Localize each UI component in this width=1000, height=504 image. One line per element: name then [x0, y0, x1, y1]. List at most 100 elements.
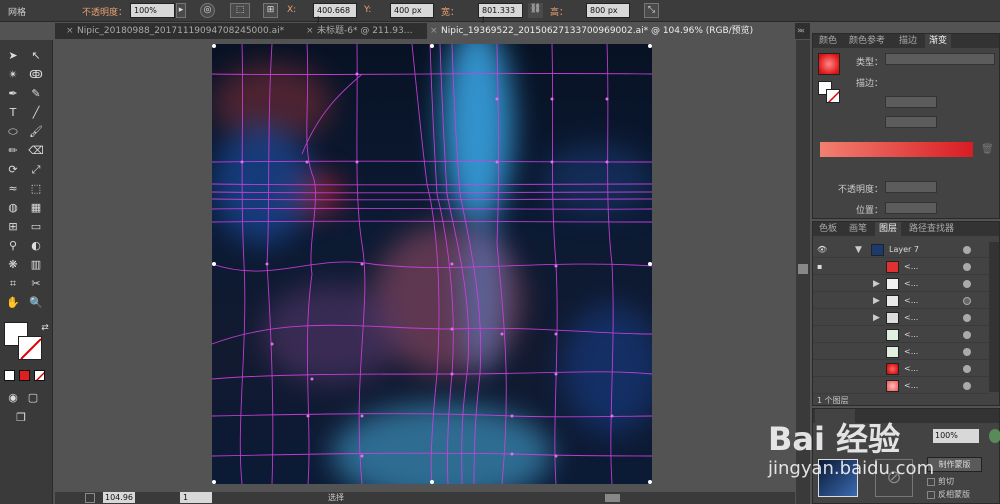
tab-stroke[interactable]: 描边	[895, 34, 921, 48]
reference-point-icon[interactable]: ⊞	[263, 3, 278, 18]
link-icon[interactable]: ⛓	[528, 3, 543, 18]
angle-field[interactable]	[885, 96, 937, 108]
transform-icon[interactable]: ⤡	[644, 3, 659, 18]
slice-tool-icon[interactable]: ✂	[27, 276, 45, 292]
stop-position-field[interactable]	[885, 202, 937, 214]
transparency-opacity-field[interactable]: 100%	[933, 429, 979, 443]
magic-wand-tool-icon[interactable]: ✴	[4, 67, 22, 83]
horizontal-scroll-thumb[interactable]	[605, 494, 620, 502]
scale-tool-icon[interactable]: ⤢	[27, 162, 45, 178]
tab-color[interactable]: 颜色	[815, 34, 841, 48]
change-screen-mode-icon[interactable]: ❐	[12, 410, 30, 426]
clip-checkbox[interactable]	[927, 478, 935, 486]
eye-icon[interactable]: 👁	[817, 245, 829, 255]
share-icon[interactable]	[85, 493, 95, 503]
expand-icon[interactable]: ▼	[855, 245, 862, 255]
stroke-swatch[interactable]	[18, 336, 42, 360]
target-icon[interactable]	[963, 365, 971, 373]
recolor-icon[interactable]: ◎	[200, 3, 215, 18]
canvas[interactable]	[55, 40, 795, 492]
make-mask-button[interactable]: 制作蒙版	[927, 457, 982, 472]
x-field[interactable]: 400.668 j	[313, 3, 357, 24]
hand-tool-icon[interactable]: ✋	[4, 295, 22, 311]
none-mode-icon[interactable]	[34, 370, 45, 381]
blend-tool-icon[interactable]: ◐	[27, 238, 45, 254]
sublayer-row[interactable]: ▶ <...	[813, 310, 989, 326]
screen-mode-icon[interactable]: ▢	[24, 390, 42, 406]
scroll-thumb[interactable]	[798, 264, 808, 274]
direct-selection-tool-icon[interactable]: ↖	[27, 48, 45, 64]
y-field[interactable]: 400 px	[390, 3, 434, 18]
artboard-tool-icon[interactable]: ⌗	[4, 276, 22, 292]
eye-icon[interactable]: ▪	[817, 262, 829, 272]
draw-mode-icon[interactable]: ◉	[4, 390, 22, 406]
lasso-tool-icon[interactable]: ↂ	[27, 67, 45, 83]
close-icon[interactable]: ×	[66, 23, 74, 39]
curvature-tool-icon[interactable]: ✎	[27, 86, 45, 102]
zoom-tool-icon[interactable]: 🔍	[27, 295, 45, 311]
tab-doc-3[interactable]: × Nipic_19369522_20150627133700969002.ai*…	[427, 23, 795, 39]
align-icon[interactable]: ⬚	[230, 3, 250, 18]
width-field[interactable]: 801.333 j	[478, 3, 523, 24]
trash-icon[interactable]: 🗑	[981, 144, 994, 155]
zoom-field[interactable]: 104.96	[103, 492, 135, 503]
target-icon[interactable]	[963, 382, 971, 390]
expand-icon[interactable]: ▶	[873, 313, 880, 323]
tab-brushes[interactable]: 画笔	[845, 222, 871, 236]
sublayer-row[interactable]: <...	[813, 361, 989, 377]
target-icon[interactable]	[963, 263, 971, 271]
pen-tool-icon[interactable]: ✒	[4, 86, 22, 102]
pencil-tool-icon[interactable]: ✏	[4, 143, 22, 159]
mesh-tool-icon[interactable]: ⊞	[4, 219, 22, 235]
eraser-tool-icon[interactable]: ⌫	[27, 143, 45, 159]
invert-mask-checkbox[interactable]	[927, 491, 935, 499]
type-tool-icon[interactable]: T	[4, 105, 22, 121]
page-field[interactable]: 1	[180, 492, 212, 503]
paintbrush-tool-icon[interactable]: 🖌	[27, 124, 45, 140]
selection-tool-icon[interactable]: ➤	[4, 48, 22, 64]
close-icon[interactable]: ×	[430, 23, 438, 39]
layer-row[interactable]: 👁 ▼ Layer 7	[813, 242, 989, 258]
gradient-tool-icon[interactable]: ▭	[27, 219, 45, 235]
tab-swatches[interactable]: 色板	[815, 222, 841, 236]
perspective-tool-icon[interactable]: ▦	[27, 200, 45, 216]
stroke-none-icon[interactable]	[826, 89, 840, 103]
target-icon[interactable]	[963, 331, 971, 339]
sublayer-row[interactable]: <...	[813, 344, 989, 360]
column-graph-tool-icon[interactable]: ▥	[27, 257, 45, 273]
target-icon[interactable]	[963, 280, 971, 288]
height-field[interactable]: 800 px	[586, 3, 630, 18]
tab-pathfinder[interactable]: 路径查找器	[905, 222, 958, 236]
layers-scrollbar[interactable]	[989, 242, 999, 392]
gradient-preview[interactable]	[818, 53, 840, 75]
ellipse-tool-icon[interactable]: ⬭	[4, 124, 22, 140]
target-icon[interactable]	[963, 348, 971, 356]
sublayer-row[interactable]: ▪ <...	[813, 259, 989, 275]
swap-icon[interactable]: ⇄	[36, 320, 54, 336]
artwork-mesh[interactable]	[212, 44, 652, 484]
expand-icon[interactable]: ▶	[873, 296, 880, 306]
stop-opacity-field[interactable]	[885, 181, 937, 193]
gradient-mode-icon[interactable]	[19, 370, 30, 381]
sublayer-row[interactable]: <...	[813, 378, 989, 394]
warp-tool-icon[interactable]: ≈	[4, 181, 22, 197]
sublayer-row[interactable]: <...	[813, 327, 989, 343]
tab-layers[interactable]: 图层	[875, 222, 902, 236]
gradient-type-select[interactable]	[885, 53, 995, 65]
tab-color-guide[interactable]: 颜色参考	[845, 34, 889, 48]
expand-icon[interactable]: ▶	[873, 279, 880, 289]
color-mode-icon[interactable]	[4, 370, 15, 381]
sublayer-row[interactable]: ▶ <...	[813, 276, 989, 292]
opacity-arrow-icon[interactable]: ▸	[176, 3, 186, 18]
target-icon[interactable]	[963, 297, 971, 305]
line-tool-icon[interactable]: ╱	[27, 105, 45, 121]
gradient-slider[interactable]	[820, 142, 973, 157]
free-transform-tool-icon[interactable]: ⬚	[27, 181, 45, 197]
tab-gradient[interactable]: 渐变	[925, 34, 952, 48]
close-icon[interactable]: ×	[306, 23, 314, 39]
target-icon[interactable]	[963, 314, 971, 322]
sublayer-row[interactable]: ▶ <...	[813, 293, 989, 309]
shape-builder-tool-icon[interactable]: ◍	[4, 200, 22, 216]
collapse-panels-icon[interactable]: «	[800, 26, 810, 36]
tab-doc-1[interactable]: × Nipic_20180988_20171119094708245000.ai*	[63, 23, 303, 39]
